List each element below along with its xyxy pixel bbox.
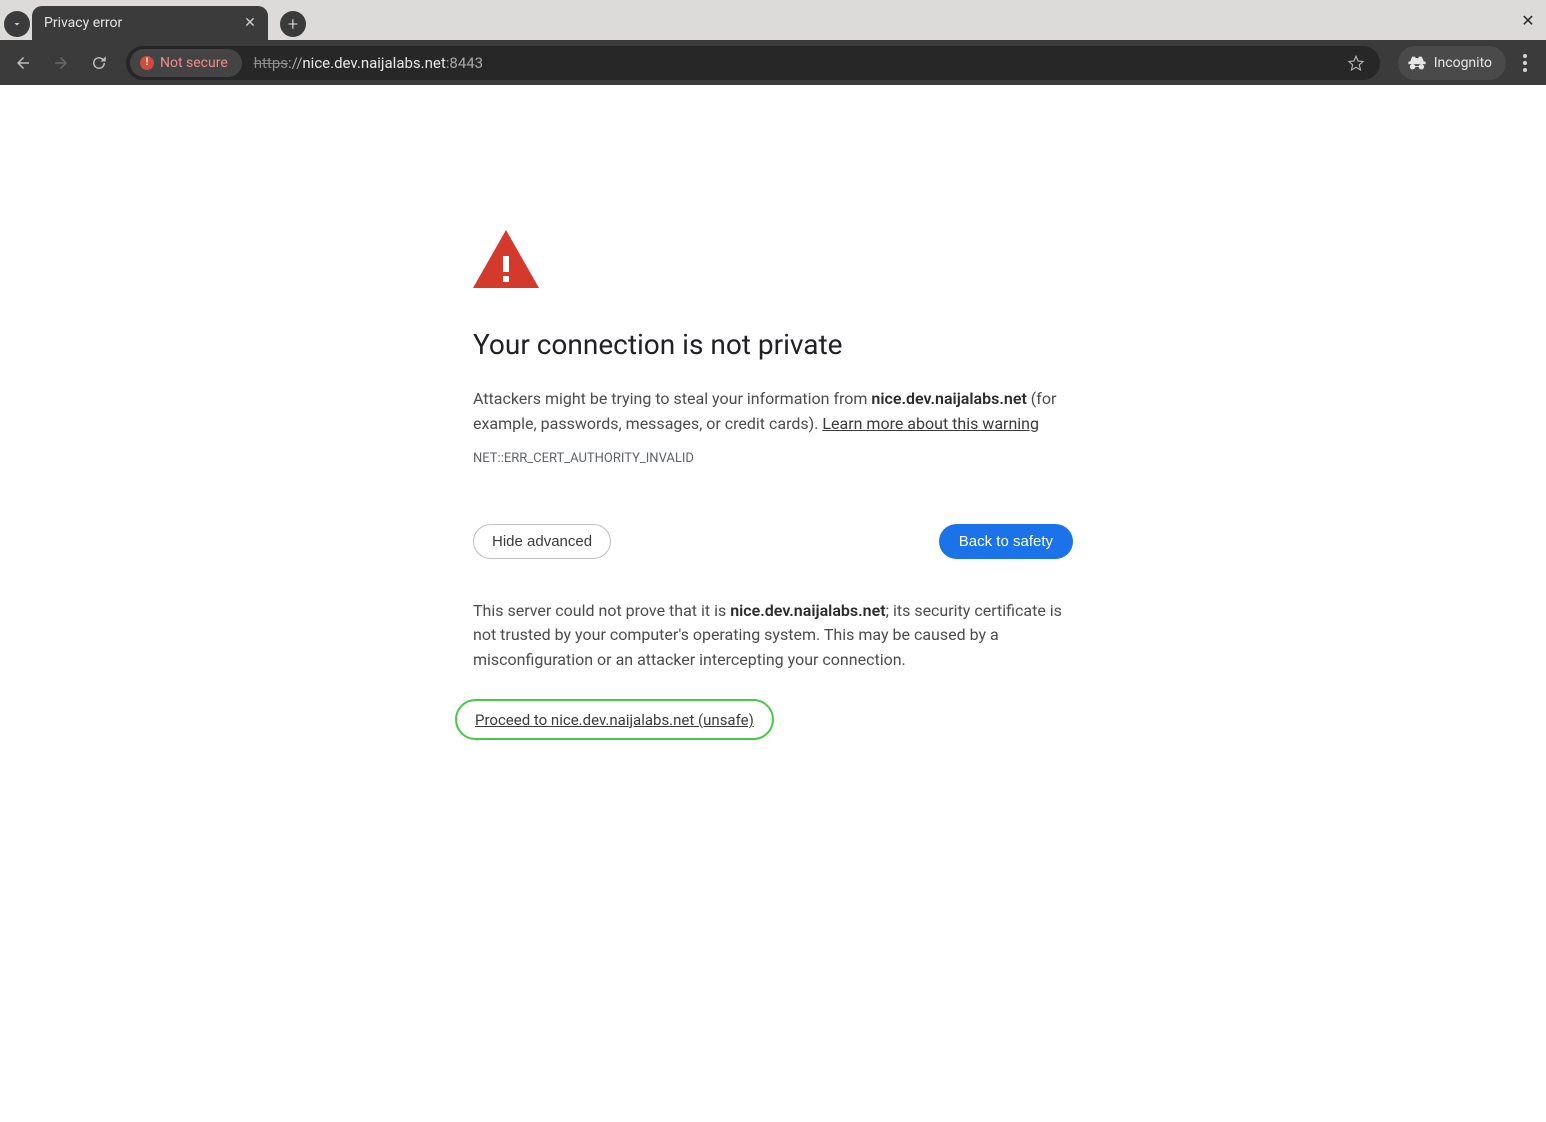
new-tab-button[interactable]: +	[280, 11, 306, 37]
incognito-label: Incognito	[1434, 55, 1492, 71]
url-scheme: https	[254, 54, 288, 72]
tab-strip: Privacy error ✕ + ✕	[0, 0, 1546, 40]
url-sep: ://	[288, 54, 302, 72]
url-port: :8443	[446, 54, 483, 72]
browser-tab[interactable]: Privacy error ✕	[32, 6, 268, 40]
button-row: Hide advanced Back to safety	[473, 524, 1073, 559]
security-chip[interactable]: ! Not secure	[130, 49, 242, 77]
address-bar[interactable]: ! Not secure https :// nice.dev.naijalab…	[126, 46, 1380, 80]
security-chip-label: Not secure	[160, 55, 228, 71]
incognito-icon	[1408, 56, 1426, 70]
search-tabs-button[interactable]	[4, 11, 30, 37]
warn-prefix: Attackers might be trying to steal your …	[473, 389, 871, 408]
page-heading: Your connection is not private	[473, 328, 1073, 361]
warning-triangle-icon	[473, 230, 539, 288]
url-host: nice.dev.naijalabs.net	[302, 54, 445, 72]
interstitial-content: Your connection is not private Attackers…	[473, 230, 1073, 740]
proceed-unsafe-link[interactable]: Proceed to nice.dev.naijalabs.net (unsaf…	[475, 711, 754, 729]
bookmark-star-icon[interactable]	[1342, 49, 1370, 77]
incognito-chip[interactable]: Incognito	[1398, 46, 1506, 80]
warning-paragraph: Attackers might be trying to steal your …	[473, 387, 1073, 437]
proceed-focus-ring: Proceed to nice.dev.naijalabs.net (unsaf…	[455, 699, 774, 740]
back-button[interactable]	[6, 46, 40, 80]
close-window-icon[interactable]: ✕	[1518, 10, 1538, 30]
advanced-paragraph: This server could not prove that it is n…	[473, 599, 1073, 673]
warn-domain: nice.dev.naijalabs.net	[871, 389, 1026, 408]
adv-domain: nice.dev.naijalabs.net	[730, 601, 885, 620]
reload-button[interactable]	[82, 46, 116, 80]
learn-more-link[interactable]: Learn more about this warning	[822, 414, 1039, 433]
close-tab-icon[interactable]: ✕	[242, 15, 258, 31]
toolbar: ! Not secure https :// nice.dev.naijalab…	[0, 40, 1546, 85]
hide-advanced-button[interactable]: Hide advanced	[473, 524, 611, 559]
tab-title: Privacy error	[44, 15, 242, 31]
interstitial-page: Your connection is not private Attackers…	[0, 85, 1546, 740]
forward-button[interactable]	[44, 46, 78, 80]
browser-menu-button[interactable]	[1510, 46, 1540, 80]
adv-prefix: This server could not prove that it is	[473, 601, 730, 620]
not-secure-icon: !	[140, 56, 154, 70]
url-text: https :// nice.dev.naijalabs.net :8443	[254, 54, 483, 72]
back-to-safety-button[interactable]: Back to safety	[939, 524, 1073, 559]
error-code: NET::ERR_CERT_AUTHORITY_INVALID	[473, 451, 1073, 466]
